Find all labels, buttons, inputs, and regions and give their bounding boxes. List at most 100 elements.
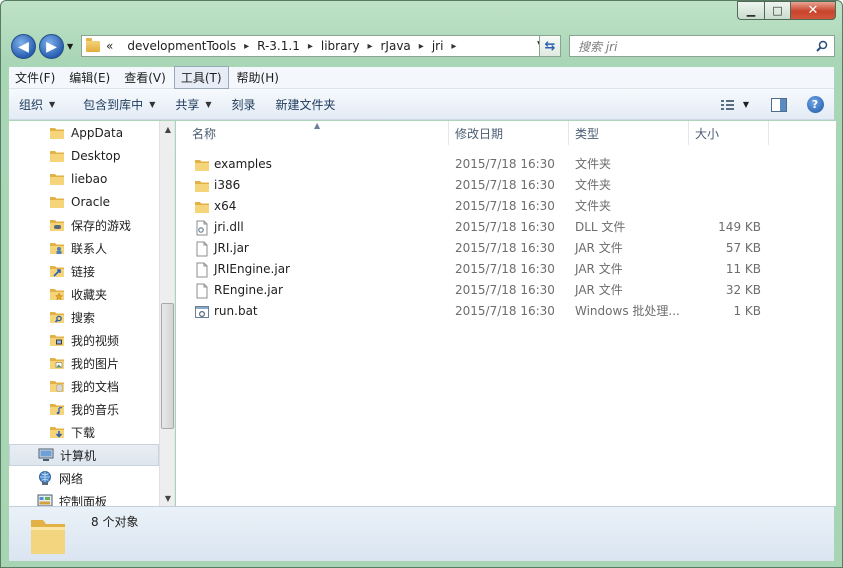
menu-tools[interactable]: 工具(T) xyxy=(173,66,229,89)
breadcrumb-library[interactable]: library xyxy=(321,39,360,53)
saved-games-icon xyxy=(50,220,64,231)
menu-view[interactable]: 查看(V) xyxy=(118,67,172,88)
column-name-label: 名称 xyxy=(192,126,217,141)
sidebar-item-music-12[interactable]: 我的音乐 xyxy=(9,398,159,420)
breadcrumb: « developmentTools ▸ R-3.1.1 ▸ library ▸… xyxy=(106,39,464,53)
file-row[interactable]: examples 2015/7/18 16:30 文件夹 xyxy=(186,154,776,175)
sidebar-item-network-15[interactable]: 网络 xyxy=(9,467,159,489)
sidebar-item-folder-3[interactable]: Oracle xyxy=(9,191,159,213)
sidebar-item-folder-0[interactable]: AppData xyxy=(9,122,159,144)
file-row[interactable]: jri.dll 2015/7/18 16:30 DLL 文件 149 KB xyxy=(186,217,776,238)
folder-icon xyxy=(50,151,64,162)
preview-pane-button[interactable] xyxy=(764,93,794,117)
menu-file[interactable]: 文件(F) xyxy=(9,67,61,88)
dll-file-icon xyxy=(196,220,208,236)
breadcrumb-r-3-1-1[interactable]: R-3.1.1 xyxy=(257,39,300,53)
sidebar-item-label: 收藏夹 xyxy=(71,287,108,302)
include-in-library-button[interactable]: 包含到库中 ▼ xyxy=(73,96,165,113)
menu-edit[interactable]: 编辑(E) xyxy=(63,67,116,88)
share-button[interactable]: 共享 ▼ xyxy=(165,96,221,113)
file-icon xyxy=(196,262,208,278)
sidebar-item-folder-1[interactable]: Desktop xyxy=(9,145,159,167)
file-modified-date: 2015/7/18 16:30 xyxy=(455,304,555,318)
file-name: run.bat xyxy=(214,304,258,318)
breadcrumb-jri[interactable]: jri xyxy=(432,39,444,53)
breadcrumb-overflow[interactable]: « xyxy=(106,39,113,53)
close-button[interactable]: ✕ xyxy=(790,1,836,20)
new-folder-button[interactable]: 新建文件夹 xyxy=(266,96,346,113)
breadcrumb-separator[interactable]: ▸ xyxy=(244,41,249,52)
file-row[interactable]: x64 2015/7/18 16:30 文件夹 xyxy=(186,196,776,217)
file-modified-date: 2015/7/18 16:30 xyxy=(455,283,555,297)
menu-bar: 文件(F) 编辑(E) 查看(V) 工具(T) 帮助(H) xyxy=(9,66,834,89)
sidebar-item-searches-8[interactable]: 搜索 xyxy=(9,306,159,328)
file-name: examples xyxy=(214,157,272,171)
file-type: 文件夹 xyxy=(575,157,612,171)
file-type: DLL 文件 xyxy=(575,220,626,234)
search-input[interactable]: 搜索 jri xyxy=(569,35,835,57)
file-row[interactable]: JRIEngine.jar 2015/7/18 16:30 JAR 文件 11 KB xyxy=(186,259,776,280)
menu-help[interactable]: 帮助(H) xyxy=(231,67,285,88)
breadcrumb-rjava[interactable]: rJava xyxy=(381,39,411,53)
breadcrumb-separator[interactable]: ▸ xyxy=(451,41,456,52)
file-row[interactable]: REngine.jar 2015/7/18 16:30 JAR 文件 32 KB xyxy=(186,280,776,301)
sidebar-item-downloads-13[interactable]: 下载 xyxy=(9,421,159,443)
sidebar-item-links-6[interactable]: 链接 xyxy=(9,260,159,282)
forward-button[interactable]: ▶ xyxy=(39,34,64,59)
column-header-type[interactable]: 类型 xyxy=(569,121,689,145)
command-bar: 组织 ▼ 包含到库中 ▼ 共享 ▼ 刻录 新建文件夹 ▼ ? xyxy=(9,89,834,120)
sidebar-item-computer-14[interactable]: 计算机 xyxy=(9,444,159,466)
help-button[interactable]: ? xyxy=(800,93,830,117)
folder-icon xyxy=(195,181,209,192)
chevron-down-icon: ▼ xyxy=(149,99,156,109)
sidebar-item-videos-9[interactable]: 我的视频 xyxy=(9,329,159,351)
back-button[interactable]: ◀ xyxy=(11,34,36,59)
file-row[interactable]: i386 2015/7/18 16:30 文件夹 xyxy=(186,175,776,196)
folder-icon xyxy=(50,128,64,139)
burn-button[interactable]: 刻录 xyxy=(222,96,266,113)
minimize-button[interactable]: ▁ xyxy=(737,1,764,20)
file-size: 1 KB xyxy=(733,304,761,318)
file-size: 57 KB xyxy=(725,241,761,255)
scroll-up-arrow-icon[interactable]: ▲ xyxy=(160,121,174,137)
sidebar-item-documents-11[interactable]: 我的文档 xyxy=(9,375,159,397)
file-name: i386 xyxy=(214,178,241,192)
sidebar-item-saved-games-4[interactable]: 保存的游戏 xyxy=(9,214,159,236)
scroll-down-arrow-icon[interactable]: ▼ xyxy=(160,490,174,506)
file-row[interactable]: run.bat 2015/7/18 16:30 Windows 批处理... 1 KB xyxy=(186,301,776,322)
breadcrumb-separator[interactable]: ▸ xyxy=(308,41,313,52)
organize-button[interactable]: 组织 ▼ xyxy=(9,96,65,113)
batch-file-icon xyxy=(195,306,209,318)
sidebar-scrollbar[interactable]: ▲ ▼ xyxy=(159,121,174,506)
sidebar-item-label: 网络 xyxy=(59,471,84,486)
sidebar-item-favorites-7[interactable]: 收藏夹 xyxy=(9,283,159,305)
file-row[interactable]: JRI.jar 2015/7/18 16:30 JAR 文件 57 KB xyxy=(186,238,776,259)
change-view-button[interactable]: ▼ xyxy=(712,93,758,117)
address-bar[interactable]: « developmentTools ▸ R-3.1.1 ▸ library ▸… xyxy=(81,35,551,57)
column-header-size[interactable]: 大小 xyxy=(689,121,769,145)
sidebar-item-contacts-5[interactable]: 联系人 xyxy=(9,237,159,259)
refresh-button[interactable]: ⇆ xyxy=(539,35,561,57)
sidebar-item-folder-2[interactable]: liebao xyxy=(9,168,159,190)
maximize-button[interactable]: □ xyxy=(764,1,790,20)
column-header-date[interactable]: 修改日期 xyxy=(449,121,569,145)
file-modified-date: 2015/7/18 16:30 xyxy=(455,199,555,213)
breadcrumb-developmentTools[interactable]: developmentTools xyxy=(127,39,236,53)
scrollbar-thumb[interactable] xyxy=(161,303,174,429)
breadcrumb-separator[interactable]: ▸ xyxy=(419,41,424,52)
file-icon xyxy=(196,241,208,257)
recent-pages-dropdown[interactable]: ▼ xyxy=(67,42,73,51)
sidebar-item-control-panel-16[interactable]: 控制面板 xyxy=(9,490,159,506)
file-size xyxy=(691,175,761,196)
sidebar-item-pictures-10[interactable]: 我的图片 xyxy=(9,352,159,374)
breadcrumb-separator[interactable]: ▸ xyxy=(367,41,372,52)
sidebar-item-label: 我的视频 xyxy=(71,333,120,348)
forward-arrow-icon: ▶ xyxy=(46,38,57,55)
contacts-icon xyxy=(50,243,64,254)
sidebar-item-label: Desktop xyxy=(71,149,121,163)
search-icon[interactable] xyxy=(816,40,828,52)
search-placeholder: 搜索 jri xyxy=(578,39,618,54)
chevron-down-icon: ▼ xyxy=(205,99,212,109)
sidebar-item-label: 我的音乐 xyxy=(71,402,120,417)
sidebar-item-label: 联系人 xyxy=(71,241,108,256)
